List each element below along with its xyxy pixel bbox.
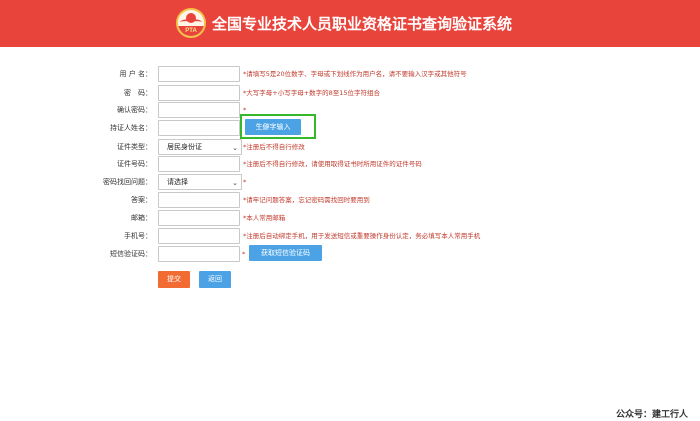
chevron-down-icon: ⌄: [232, 144, 238, 152]
id-number-label: 证件号码：: [117, 160, 152, 168]
id-type-select[interactable]: 居民身份证 ⌄: [158, 139, 242, 155]
password-input[interactable]: [158, 85, 240, 101]
id-number-hint: *注册后不得自行修改，请使用取得证书时所用证件的证件号码: [243, 160, 422, 168]
security-question-label: 密码找回问题：: [103, 178, 152, 186]
chevron-down-icon: ⌄: [232, 179, 238, 187]
sms-code-hint: *: [242, 250, 246, 258]
username-label: 用 户 名：: [119, 70, 152, 78]
answer-input[interactable]: [158, 192, 240, 208]
security-question-hint: *: [243, 178, 247, 186]
form-row-phone: 手机号： *注册后自动绑定手机，用于发送短信或重要操作身份认定，务必填写本人常用…: [0, 228, 700, 244]
header-bar: PTA 全国专业技术人员职业资格证书查询验证系统: [0, 0, 700, 47]
answer-hint: *请牢记问题答案，忘记密码需找回时要用到: [243, 196, 370, 204]
sms-code-label: 短信验证码：: [110, 250, 152, 258]
username-hint: *请填写5是20位数字、字母或下划线作为用户名，请不要输入汉字或其他符号: [243, 70, 467, 78]
form-row-email: 邮箱： *本人常用邮箱: [0, 210, 700, 226]
form-row-password: 密 码： *大写字母+小写字母+数字的8至15位字符组合: [0, 85, 700, 101]
submit-button[interactable]: 提交: [158, 271, 190, 288]
security-question-select[interactable]: 请选择 ⌄: [158, 174, 242, 190]
form-row-sms-code: 短信验证码： *: [0, 246, 700, 262]
phone-hint: *注册后自动绑定手机，用于发送短信或重要操作身份认定，务必填写本人常用手机: [243, 232, 481, 240]
id-type-selected: 居民身份证: [167, 143, 202, 151]
pta-logo-icon: PTA: [176, 8, 206, 38]
confirm-password-label: 确认密码：: [117, 106, 152, 114]
form-row-security-question: 密码找回问题： 请选择 ⌄ *: [0, 174, 700, 190]
holder-name-label: 持证人姓名：: [110, 124, 152, 132]
get-sms-code-button[interactable]: 获取短信验证码: [249, 245, 322, 261]
id-type-hint: *注册后不得自行修改: [243, 143, 305, 151]
back-button[interactable]: 返回: [199, 271, 231, 288]
form-row-id-number: 证件号码： *注册后不得自行修改，请使用取得证书时所用证件的证件号码: [0, 156, 700, 172]
form-row-id-type: 证件类型： 居民身份证 ⌄ *注册后不得自行修改: [0, 139, 700, 155]
sms-code-input[interactable]: [158, 246, 240, 262]
id-type-label: 证件类型：: [117, 143, 152, 151]
email-hint: *本人常用邮箱: [243, 214, 286, 222]
id-number-input[interactable]: [158, 156, 240, 172]
form-row-confirm-password: 确认密码： *: [0, 102, 700, 118]
form-row-answer: 答案： *请牢记问题答案，忘记密码需找回时要用到: [0, 192, 700, 208]
form-row-holder-name: 持证人姓名：: [0, 120, 700, 136]
rare-char-input-button[interactable]: 生僻字输入: [245, 119, 301, 135]
confirm-password-input[interactable]: [158, 102, 240, 118]
password-label: 密 码：: [124, 89, 152, 97]
security-question-selected: 请选择: [167, 178, 188, 186]
watermark-text: 公众号：建工行人: [616, 410, 689, 420]
email-input[interactable]: [158, 210, 240, 226]
holder-name-input[interactable]: [158, 120, 240, 136]
page-title: 全国专业技术人员职业资格证书查询验证系统: [212, 15, 513, 33]
email-label: 邮箱：: [131, 214, 152, 222]
username-input[interactable]: [158, 66, 240, 82]
phone-input[interactable]: [158, 228, 240, 244]
answer-label: 答案：: [131, 196, 152, 204]
phone-label: 手机号：: [124, 232, 152, 240]
form-row-username: 用 户 名： *请填写5是20位数字、字母或下划线作为用户名，请不要输入汉字或其…: [0, 66, 700, 82]
password-hint: *大写字母+小写字母+数字的8至15位字符组合: [243, 89, 381, 97]
